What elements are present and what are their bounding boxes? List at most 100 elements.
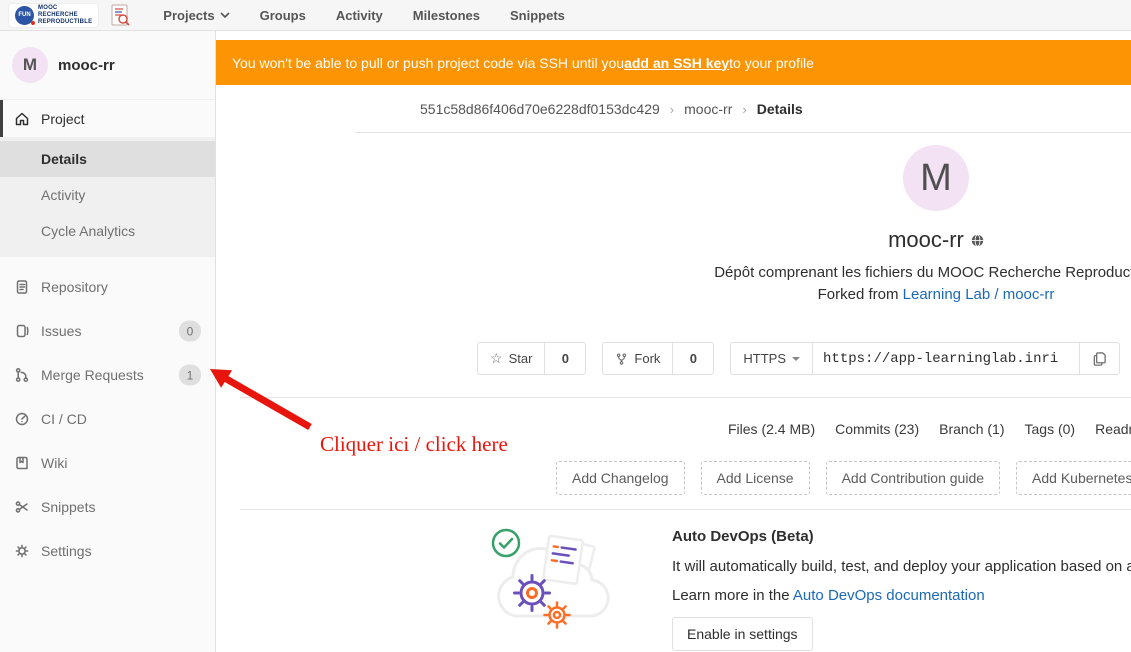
breadcrumb-current: Details	[757, 101, 803, 117]
sidebar-item-label: Cycle Analytics	[41, 223, 135, 239]
sidebar-item-repository[interactable]: Repository	[0, 265, 215, 309]
breadcrumb-separator: ›	[670, 102, 674, 117]
nav-activity[interactable]: Activity	[336, 8, 383, 23]
autodevops-section: Auto DevOps (Beta) It will automatically…	[672, 528, 1131, 651]
top-nav-links: Projects Groups Activity Milestones Snip…	[163, 8, 565, 23]
fork-label: Fork	[634, 351, 660, 366]
page-title: mooc-rr	[888, 227, 964, 253]
copy-url-button[interactable]	[1079, 342, 1120, 375]
logo-line2: RECHERCHE	[38, 12, 92, 19]
sidebar-item-label: CI / CD	[41, 411, 87, 427]
commits-link[interactable]: Commits (23)	[835, 421, 919, 437]
protocol-dropdown[interactable]: HTTPS	[730, 342, 813, 375]
star-button[interactable]: ☆ Star	[477, 342, 545, 375]
star-count[interactable]: 0	[544, 342, 586, 375]
add-changelog-button[interactable]: Add Changelog	[556, 461, 685, 495]
nav-projects[interactable]: Projects	[163, 8, 229, 23]
sidebar-item-wiki[interactable]: Wiki	[0, 441, 215, 485]
clone-url-input[interactable]	[812, 342, 1080, 375]
add-license-button[interactable]: Add License	[701, 461, 810, 495]
annotation-text: Cliquer ici / click here	[320, 432, 508, 457]
fork-count[interactable]: 0	[672, 342, 714, 375]
readme-link[interactable]: Readme	[1095, 421, 1131, 437]
sidebar-item-snippets[interactable]: Snippets	[0, 485, 215, 529]
logo-line1: MOOC	[38, 5, 92, 12]
tags-link[interactable]: Tags (0)	[1025, 421, 1076, 437]
sidebar-item-label: Issues	[41, 323, 81, 339]
sidebar-item-label: Repository	[41, 279, 108, 295]
sidebar-item-settings[interactable]: Settings	[0, 529, 215, 573]
missing-files-row: Add Changelog Add License Add Contributi…	[556, 461, 1131, 495]
public-globe-icon	[971, 234, 984, 247]
add-kubernetes-cluster-button[interactable]: Add Kubernetes cluster	[1016, 461, 1131, 495]
fork-button[interactable]: Fork	[602, 342, 673, 375]
autodevops-learn-prefix: Learn more in the	[672, 587, 793, 604]
add-ssh-key-link[interactable]: add an SSH key	[624, 55, 729, 71]
forked-from-link[interactable]: Learning Lab / mooc-rr	[903, 286, 1055, 303]
enable-in-settings-button[interactable]: Enable in settings	[672, 617, 813, 651]
project-header: M mooc-rr Dépôt comprenant les fichiers …	[216, 145, 1131, 303]
sidebar-item-project[interactable]: Project	[0, 100, 215, 137]
sidebar-item-label: Merge Requests	[41, 367, 144, 383]
nav-projects-label: Projects	[163, 8, 214, 23]
nav-groups-label: Groups	[260, 8, 306, 23]
project-sidebar: M mooc-rr Project Details Activity Cycle…	[0, 31, 216, 652]
scissors-icon	[14, 499, 30, 515]
issues-count-badge: 0	[179, 321, 201, 342]
avatar-letter: M	[23, 55, 37, 75]
banner-text-after: to your profile	[729, 55, 814, 71]
top-navbar: FUN MOOC RECHERCHE REPRODUCTIBLE Project…	[0, 0, 1131, 31]
autodevops-body: It will automatically build, test, and d…	[672, 558, 1131, 575]
files-link[interactable]: Files (2.4 MB)	[728, 421, 815, 437]
book-icon	[14, 455, 30, 471]
logo-doc-icon	[109, 3, 131, 27]
project-description: Dépôt comprenant les fichiers du MOOC Re…	[216, 264, 1131, 281]
sidebar-item-cicd[interactable]: CI / CD	[0, 397, 215, 441]
project-avatar-letter: M	[920, 157, 952, 200]
breadcrumb-divider	[355, 132, 1131, 133]
caret-down-icon	[792, 357, 800, 361]
sidebar-item-issues[interactable]: Issues 0	[0, 309, 215, 353]
autodevops-title: Auto DevOps (Beta)	[672, 528, 1131, 545]
branch-link[interactable]: Branch (1)	[939, 421, 1004, 437]
sidebar-item-activity[interactable]: Activity	[0, 177, 215, 213]
issues-icon	[14, 323, 30, 339]
sidebar-item-label: Project	[41, 111, 85, 127]
merge-requests-count-badge: 1	[179, 365, 201, 386]
project-submenu: Details Activity Cycle Analytics	[0, 137, 215, 257]
autodevops-illustration	[486, 516, 618, 649]
breadcrumb-project[interactable]: mooc-rr	[684, 101, 732, 117]
banner-text-before: You won't be able to pull or push projec…	[232, 55, 624, 71]
sidebar-context-header[interactable]: M mooc-rr	[0, 31, 215, 100]
nav-snippets-label: Snippets	[510, 8, 565, 23]
logo-wordmark: MOOC RECHERCHE REPRODUCTIBLE	[38, 5, 92, 26]
breadcrumb-namespace[interactable]: 551c58d86f406d70e6228df0153dc429	[420, 101, 660, 117]
forked-from-prefix: Forked from	[818, 286, 903, 303]
protocol-label: HTTPS	[743, 351, 786, 366]
project-actions-row: ☆ Star 0 Fork 0 HTTPS	[477, 342, 1120, 375]
ssh-warning-banner: You won't be able to pull or push projec…	[216, 40, 1131, 85]
sidebar-item-details[interactable]: Details	[0, 141, 215, 177]
nav-activity-label: Activity	[336, 8, 383, 23]
section-divider	[240, 509, 1131, 510]
fork-icon	[615, 352, 628, 366]
autodevops-doc-link[interactable]: Auto DevOps documentation	[793, 587, 985, 604]
gauge-icon	[14, 411, 30, 427]
breadcrumb-separator: ›	[742, 102, 746, 117]
chevron-down-icon	[220, 12, 230, 19]
nav-groups[interactable]: Groups	[260, 8, 306, 23]
sidebar-item-merge-requests[interactable]: Merge Requests 1	[0, 353, 215, 397]
site-logo[interactable]: FUN MOOC RECHERCHE REPRODUCTIBLE	[8, 3, 99, 28]
clone-url-group: HTTPS	[730, 342, 1120, 375]
sidebar-item-cycle-analytics[interactable]: Cycle Analytics	[0, 213, 215, 249]
nav-snippets[interactable]: Snippets	[510, 8, 565, 23]
home-icon	[14, 111, 30, 127]
merge-request-icon	[14, 367, 30, 383]
nav-milestones-label: Milestones	[413, 8, 480, 23]
sidebar-item-label: Activity	[41, 187, 85, 203]
fun-logo-circle: FUN	[15, 6, 34, 25]
nav-milestones[interactable]: Milestones	[413, 8, 480, 23]
section-divider	[240, 397, 1131, 398]
star-label: Star	[509, 351, 533, 366]
add-contribution-guide-button[interactable]: Add Contribution guide	[826, 461, 1000, 495]
